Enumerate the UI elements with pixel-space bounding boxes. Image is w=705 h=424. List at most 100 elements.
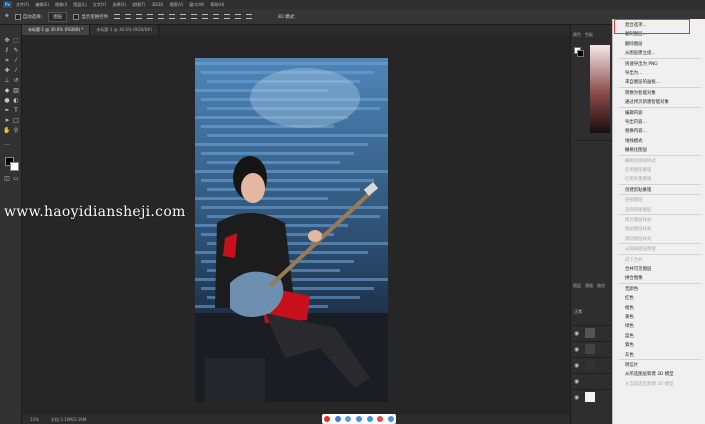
context-menu-item[interactable]: 栅格化图层 [625,147,647,153]
context-menu-item[interactable]: 快速导出为 PNG [625,61,658,67]
distribute-top-icon[interactable] [180,14,187,19]
distribute-bottom-icon[interactable] [202,14,209,19]
context-menu-item[interactable]: 明信片 [625,362,638,368]
tab-color[interactable]: 颜色 [573,32,581,41]
eye-icon[interactable]: ◉ [574,346,579,353]
more-tools-icon[interactable]: … [3,140,11,148]
context-menu-item[interactable]: 紫色 [625,342,634,348]
layer-row[interactable]: ◉ [572,373,612,388]
auto-select-option[interactable]: 自动选择: [14,13,42,20]
3d-mode-label[interactable]: 3D 模式: [277,14,295,20]
context-menu-item[interactable]: 创建剪贴蒙版 [625,187,651,193]
context-menu-item[interactable]: 导出内容... [625,119,647,125]
tab-layers[interactable]: 图层 [573,283,581,292]
marquee-tool-icon[interactable]: ⬚ [12,37,20,45]
context-menu-item[interactable]: 来自图层的画板... [625,79,660,85]
menu-item[interactable]: 帮助(H) [210,2,224,8]
ime-toolbar[interactable] [322,414,396,424]
quick-mask-icon[interactable]: ◫ [3,175,11,183]
context-menu-item[interactable]: 导出为... [625,70,642,76]
panel-background-swatch[interactable] [577,50,584,57]
menu-item[interactable]: 视图(V) [169,2,183,8]
skin-icon[interactable] [377,416,384,422]
tab-swatches[interactable]: 色板 [585,32,593,41]
tab-document-1[interactable]: 未标题-1 @ 30.6% (RGB/8) * [22,25,91,35]
context-menu-item[interactable]: 从图层建立组... [625,50,656,56]
move-tool-icon[interactable]: ✥ [5,14,9,19]
align-horizontal-center-icon[interactable] [158,14,165,19]
lasso-tool-icon[interactable]: ℓ [3,47,11,55]
context-menu-item[interactable]: 红色 [625,295,634,301]
auto-select-checkbox[interactable] [14,13,21,20]
distribute-hcenter-icon[interactable] [224,14,231,19]
layer-row[interactable]: ◉ [572,325,612,340]
menu-item[interactable]: 图像(I) [55,2,67,8]
distribute-right-icon[interactable] [235,14,242,19]
toolbox-icon[interactable] [387,416,394,422]
color-picker-field[interactable] [590,45,610,133]
tab-channels[interactable]: 通道 [585,283,593,292]
eye-icon[interactable]: ◉ [574,394,579,401]
menu-item[interactable]: 3D(D) [152,2,164,7]
context-menu-item[interactable]: 黄色 [625,314,634,320]
microphone-icon[interactable] [355,416,362,422]
context-menu-item[interactable]: 拼合图像 [625,275,643,281]
blur-tool-icon[interactable]: ● [3,97,11,105]
quick-select-tool-icon[interactable]: ✎ [12,47,20,55]
context-menu-item[interactable]: 绿色 [625,323,634,329]
healing-brush-icon[interactable]: ✚ [3,67,11,75]
align-right-icon[interactable] [169,14,176,19]
menu-item[interactable]: 图层(L) [73,2,86,8]
context-menu-item[interactable]: 删除图层 [625,41,643,47]
eye-icon[interactable]: ◉ [574,330,579,337]
eye-icon[interactable]: ◉ [574,362,579,369]
show-transform-checkbox[interactable] [73,13,80,20]
distribute-left-icon[interactable] [213,14,220,19]
history-brush-icon[interactable]: ↺ [12,77,20,85]
tab-document-2[interactable]: 未标题-1 @ 36.6% (RGB/8#) [90,25,159,35]
context-menu-item[interactable]: 橙色 [625,305,634,311]
align-bottom-icon[interactable] [136,14,143,19]
align-vertical-center-icon[interactable] [125,14,132,19]
crop-tool-icon[interactable]: ⌗ [3,57,11,65]
menu-item[interactable]: 编辑(E) [35,2,49,8]
zoom-level[interactable]: 33% [30,417,39,422]
align-top-icon[interactable] [114,14,121,19]
zoom-tool-icon[interactable]: ⚲ [12,127,20,135]
context-menu-item[interactable]: 合并可见图层 [625,266,651,272]
ime-logo-icon[interactable] [324,416,331,422]
menu-item[interactable]: 文字(Y) [93,2,107,8]
type-tool-icon[interactable]: T [12,107,20,115]
clone-stamp-icon[interactable]: ⊥ [3,77,11,85]
ime-mode-icon[interactable] [334,416,341,422]
background-color-swatch[interactable] [10,162,19,171]
context-menu-item[interactable]: 无颜色 [625,286,638,292]
context-menu-item[interactable]: 堆栈模式 [625,138,643,144]
layer-row[interactable]: ◉ [572,341,612,356]
context-menu-item[interactable]: 编辑内容 [625,110,643,116]
eye-icon[interactable]: ◉ [574,378,579,385]
menu-item[interactable]: 窗口(W) [189,2,204,8]
context-menu-item[interactable]: 蓝色 [625,333,634,339]
layer-row[interactable]: ◉ [572,389,612,404]
layer-row[interactable]: ◉ [572,357,612,372]
context-menu-item[interactable]: 转换为智能对象 [625,90,656,96]
menu-item[interactable]: 滤镜(T) [132,2,146,8]
context-menu-item[interactable]: 替换内容... [625,128,647,134]
path-select-icon[interactable]: ➤ [3,117,11,125]
rectangle-tool-icon[interactable]: □ [12,117,20,125]
show-transform-option[interactable]: 显示变换控件 [73,13,108,20]
context-menu-item[interactable]: 从所选图层新建 3D 模型 [625,371,673,377]
ime-punct-icon[interactable] [345,416,352,422]
menu-item[interactable]: 文件(F) [16,2,29,8]
layer-dropdown[interactable]: 图层 [48,11,68,22]
distribute-center-icon[interactable] [191,14,198,19]
screen-mode-icon[interactable]: ▭ [12,175,20,183]
eraser-tool-icon[interactable]: ◆ [3,87,11,95]
pen-tool-icon[interactable]: ✒ [3,107,11,115]
gradient-tool-icon[interactable]: ▥ [12,87,20,95]
document-canvas[interactable] [195,58,388,402]
blend-mode-dropdown[interactable]: 正常 [574,309,582,315]
dodge-tool-icon[interactable]: ◐ [12,97,20,105]
align-left-icon[interactable] [147,14,154,19]
